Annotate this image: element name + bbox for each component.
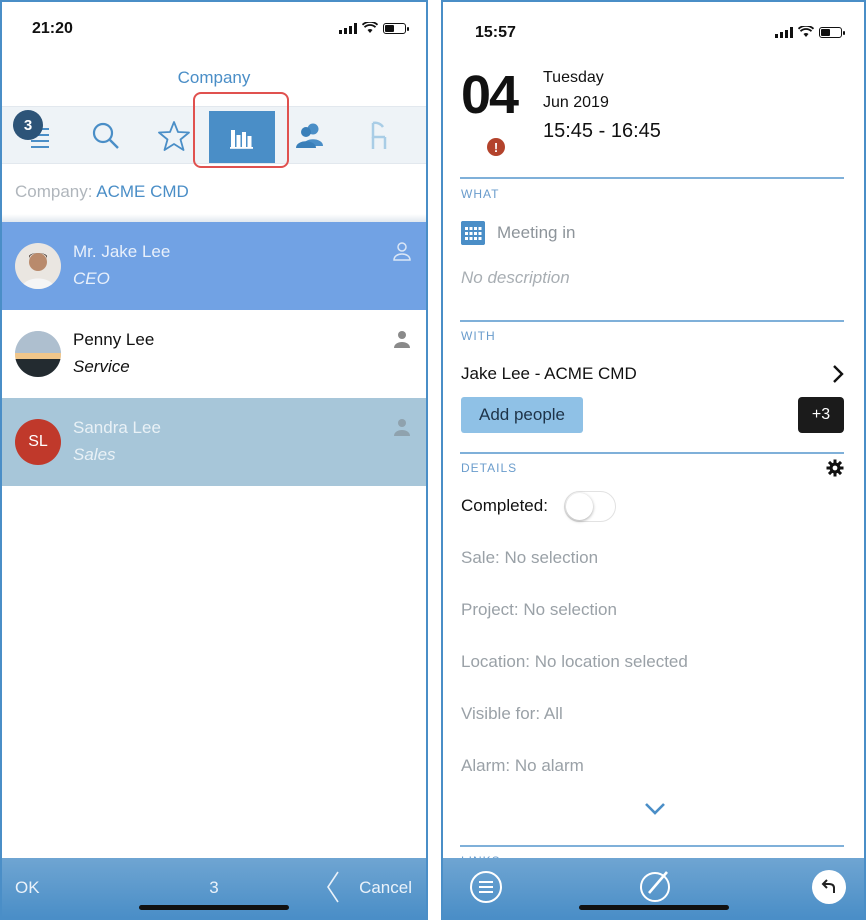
detail-value: All	[543, 704, 563, 723]
status-bar: 21:20	[2, 2, 426, 46]
divider	[460, 845, 844, 847]
star-icon	[158, 121, 190, 151]
completed-label: Completed:	[461, 496, 548, 515]
avatar: SL	[15, 419, 61, 465]
contact-name: Penny Lee	[73, 330, 155, 349]
list-item[interactable]: Mr. Jake Lee CEO	[2, 222, 426, 310]
battery-icon	[383, 22, 409, 34]
company-contacts-screen: 21:20 Company 3 Company: ACME CMD Mr. Ja…	[0, 0, 428, 920]
section-label-what: WHAT	[461, 187, 500, 201]
status-icons	[775, 26, 845, 38]
battery-icon	[819, 26, 845, 38]
count-badge: 3	[13, 110, 43, 140]
gear-icon[interactable]	[826, 459, 844, 477]
list-item[interactable]: SL Sandra Lee Sales	[2, 398, 426, 486]
alert-icon[interactable]: !	[487, 138, 505, 156]
detail-label: Visible for:	[461, 704, 541, 723]
detail-row-project[interactable]: Project: No selection	[461, 600, 617, 620]
avatar	[15, 331, 61, 377]
calendar-icon	[461, 221, 485, 245]
divider	[460, 177, 844, 179]
detail-value: No location selected	[534, 652, 688, 671]
person-icon	[394, 331, 410, 348]
date-month-year: Jun 2019	[543, 94, 609, 111]
tab-seats[interactable]	[346, 107, 410, 165]
contact-name: Sandra Lee	[73, 418, 161, 437]
person-icon	[394, 419, 410, 436]
person-outline-icon	[393, 242, 411, 261]
signal-icon	[339, 22, 357, 34]
status-icons	[339, 22, 409, 34]
home-indicator	[139, 905, 289, 910]
contact-role: Service	[73, 357, 130, 376]
detail-row-visible-for[interactable]: Visible for: All	[461, 704, 563, 724]
detail-value: No selection	[504, 548, 599, 567]
contact-name: Mr. Jake Lee	[73, 242, 171, 261]
detail-label: Project:	[461, 600, 519, 619]
activity-type[interactable]: Meeting in	[497, 223, 575, 243]
detail-label: Sale:	[461, 548, 500, 567]
undo-icon	[821, 879, 835, 893]
tab-search[interactable]	[74, 107, 138, 165]
signal-icon	[775, 26, 793, 38]
people-icon	[296, 123, 323, 148]
detail-value: No alarm	[514, 756, 584, 775]
detail-value: No selection	[523, 600, 617, 619]
description-field[interactable]: No description	[461, 268, 570, 288]
menu-icon[interactable]	[469, 870, 503, 904]
divider	[460, 452, 844, 454]
contact-role: Sales	[73, 445, 116, 464]
section-label-details: DETAILS	[461, 461, 518, 475]
chair-icon	[371, 121, 387, 149]
section-label-with: WITH	[461, 329, 496, 343]
list-item[interactable]: Penny Lee Service	[2, 310, 426, 398]
bottom-toolbar: OK 3 Cancel	[2, 858, 426, 918]
time-range[interactable]: 15:45 - 16:45	[543, 120, 661, 143]
undo-button[interactable]	[812, 870, 846, 904]
status-time: 21:20	[32, 20, 73, 37]
date-day-number: 04	[461, 65, 519, 125]
status-bar: 15:57	[443, 2, 864, 46]
detail-label: Location:	[461, 652, 530, 671]
participant-row[interactable]: Jake Lee - ACME CMD	[461, 364, 637, 384]
detail-row-location[interactable]: Location: No location selected	[461, 652, 688, 672]
wifi-icon	[798, 26, 814, 37]
chevron-right-icon[interactable]	[832, 364, 844, 384]
detail-row-alarm[interactable]: Alarm: No alarm	[461, 756, 584, 776]
filter-label: Company:	[15, 182, 93, 201]
company-filter[interactable]: Company: ACME CMD	[15, 182, 189, 202]
divider	[460, 320, 844, 322]
date-weekday: Tuesday	[543, 69, 604, 86]
edit-icon[interactable]	[636, 866, 674, 904]
active-tab-highlight	[193, 92, 289, 168]
completed-toggle[interactable]	[564, 491, 616, 522]
bottom-toolbar	[443, 858, 864, 918]
wifi-icon	[362, 22, 378, 33]
chevron-down-icon[interactable]	[644, 802, 666, 816]
search-icon	[92, 122, 119, 149]
cancel-button[interactable]: Cancel	[359, 878, 412, 898]
add-people-button[interactable]: Add people	[461, 397, 583, 433]
avatar	[15, 243, 61, 289]
status-time: 15:57	[475, 24, 516, 41]
filter-value: ACME CMD	[96, 182, 189, 201]
more-participants-badge[interactable]: +3	[798, 397, 844, 433]
contact-role: CEO	[73, 269, 110, 288]
toggle-knob	[566, 493, 593, 520]
home-indicator	[578, 905, 729, 910]
detail-label: Alarm:	[461, 756, 511, 775]
detail-row-sale[interactable]: Sale: No selection	[461, 548, 598, 568]
chevron-left-icon[interactable]	[324, 870, 342, 904]
activity-detail-screen: 15:57 04 Tuesday Jun 2019 15:45 - 16:45 …	[441, 0, 866, 920]
page-title: Company	[177, 68, 251, 87]
